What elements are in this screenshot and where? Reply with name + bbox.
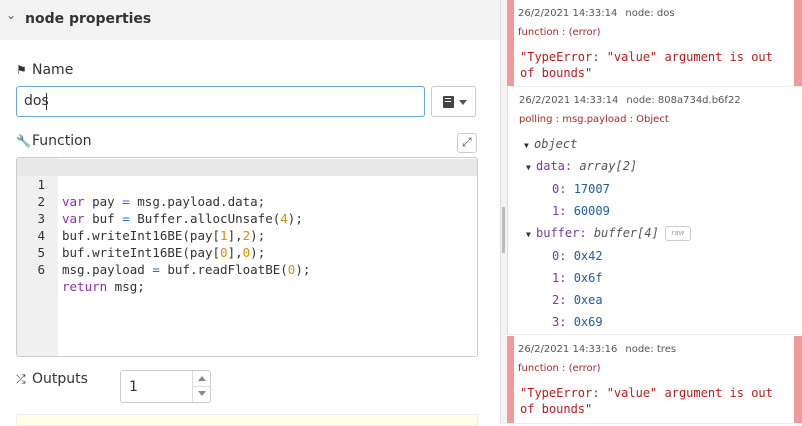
code-line: 1 var pay = msg.payload.data; — [17, 159, 477, 209]
message-meta: 26/2/2021 14:33:14 node: 808a734d.b6f22 — [519, 95, 741, 106]
tree-item: 0: 17007 — [552, 182, 610, 196]
error-text-line: "TypeError: "value" argument is out — [520, 386, 773, 400]
error-text-line: of bounds" — [520, 66, 593, 80]
tree-root[interactable]: ▼ object — [524, 137, 577, 151]
code-line: 6 return msg; — [17, 244, 477, 294]
error-indicator — [794, 0, 802, 86]
message-timestamp: 26/2/2021 14:33:14 — [519, 95, 619, 106]
message-topic: polling : msg.payload : Object — [519, 114, 669, 125]
outputs-value: 1 — [129, 379, 138, 395]
outputs-label-row: ⤮ Outputs — [16, 371, 88, 387]
dropdown-caret-icon — [459, 100, 467, 105]
tree-node-data[interactable]: ▼ data: array[2] — [526, 159, 637, 173]
tree-item: 1: 0x6f — [552, 271, 603, 285]
code-text: return msg; — [62, 279, 145, 294]
tree-type: buffer[4] — [593, 226, 659, 240]
book-icon — [443, 96, 454, 108]
debug-message[interactable]: 26/2/2021 14:33:14 node: 808a734d.b6f22 p… — [507, 87, 802, 335]
tree-value[interactable]: 0x69 — [574, 315, 603, 329]
expand-triangle-icon[interactable]: ▼ — [524, 141, 534, 150]
tree-index: 3: — [552, 315, 567, 329]
name-label-row: ⚑ Name — [16, 62, 73, 78]
tree-index: 0: — [552, 182, 567, 196]
wrench-icon: 🔧 — [16, 134, 31, 148]
message-node[interactable]: node: 808a734d.b6f22 — [626, 95, 740, 106]
debug-message[interactable]: 26/2/2021 14:33:16 node: tres function : … — [507, 336, 802, 424]
tree-index: 1: — [552, 271, 567, 285]
panel-splitter[interactable] — [500, 0, 507, 424]
expand-triangle-icon[interactable]: ▼ — [526, 230, 536, 239]
message-meta: 26/2/2021 14:33:14 node: dos — [518, 8, 675, 19]
tree-value[interactable]: 60009 — [574, 204, 610, 218]
node-properties-panel: ⌄ node properties ⚑ Name dos 🔧Function ⤢ … — [0, 0, 500, 426]
code-line: 2 var buf = Buffer.allocUnsafe(4); — [17, 176, 477, 226]
tree-key: data: — [536, 159, 573, 173]
node-icon-button[interactable] — [431, 86, 476, 117]
code-text: msg.payload = buf.readFloatBE(0); — [62, 262, 311, 277]
chevron-down-icon[interactable]: ⌄ — [6, 8, 18, 30]
tree-node-buffer[interactable]: ▼ buffer: buffer[4] — [526, 226, 659, 240]
spinner-up-icon[interactable] — [198, 376, 206, 381]
tag-icon: ⚑ — [16, 63, 27, 77]
line-number: 6 — [37, 262, 45, 277]
expand-triangle-icon[interactable]: ▼ — [526, 163, 536, 172]
outputs-label: Outputs — [32, 371, 88, 387]
message-node[interactable]: node: dos — [625, 8, 674, 19]
tree-index: 0: — [552, 249, 567, 263]
tree-value[interactable]: 0xea — [574, 293, 603, 307]
error-indicator — [507, 0, 514, 86]
name-input[interactable]: dos — [16, 86, 425, 117]
error-text-line: of bounds" — [520, 402, 593, 416]
code-line: 4 buf.writeInt16BE(pay[0],0); — [17, 210, 477, 260]
tree-index: 2: — [552, 293, 567, 307]
error-indicator — [794, 336, 802, 423]
message-topic: function : (error) — [518, 363, 601, 374]
code-editor[interactable]: 1 var pay = msg.payload.data; 2 var buf … — [16, 157, 478, 357]
section-title: node properties — [25, 11, 152, 27]
tree-value[interactable]: 17007 — [574, 182, 610, 196]
message-meta: 26/2/2021 14:33:16 node: tres — [518, 344, 676, 355]
section-header[interactable]: ⌄ node properties — [0, 0, 500, 40]
debug-message[interactable]: 26/2/2021 14:33:14 node: dos function : (… — [507, 0, 802, 87]
spinner-buttons — [192, 371, 211, 402]
text-caret — [46, 93, 47, 110]
function-label-row: 🔧Function — [16, 133, 92, 149]
code-line: 3 buf.writeInt16BE(pay[1],2); — [17, 193, 477, 243]
tree-value[interactable]: 0x6f — [574, 271, 603, 285]
tree-value[interactable]: 0x42 — [574, 249, 603, 263]
error-text-line: "TypeError: "value" argument is out — [520, 50, 773, 64]
tree-item: 2: 0xea — [552, 293, 603, 307]
tree-index: 1: — [552, 204, 567, 218]
code-line: 5 msg.payload = buf.readFloatBE(0); — [17, 227, 477, 277]
tree-item: 0: 0x42 — [552, 249, 603, 263]
function-label: Function — [32, 133, 92, 149]
debug-panel: 26/2/2021 14:33:14 node: dos function : (… — [507, 0, 802, 424]
name-label: Name — [32, 62, 74, 78]
tree-key: buffer: — [536, 226, 587, 240]
expand-icon: ⤢ — [462, 135, 472, 149]
message-node[interactable]: node: tres — [625, 344, 676, 355]
tree-item: 1: 60009 — [552, 204, 610, 218]
outputs-spinner[interactable]: 1 — [120, 370, 211, 403]
raw-toggle-button[interactable]: raw — [665, 226, 691, 241]
tree-type: array[2] — [579, 159, 638, 173]
tree-item: 3: 0x69 — [552, 315, 603, 329]
message-timestamp: 26/2/2021 14:33:16 — [518, 344, 618, 355]
spinner-down-icon[interactable] — [198, 391, 206, 396]
shuffle-icon: ⤮ — [16, 372, 26, 386]
error-indicator — [507, 336, 514, 423]
message-timestamp: 26/2/2021 14:33:14 — [518, 8, 618, 19]
root-type: object — [534, 137, 578, 151]
info-box — [16, 414, 478, 426]
message-topic: function : (error) — [518, 27, 601, 38]
expand-editor-button[interactable]: ⤢ — [457, 133, 477, 153]
splitter-grip[interactable] — [502, 207, 505, 253]
